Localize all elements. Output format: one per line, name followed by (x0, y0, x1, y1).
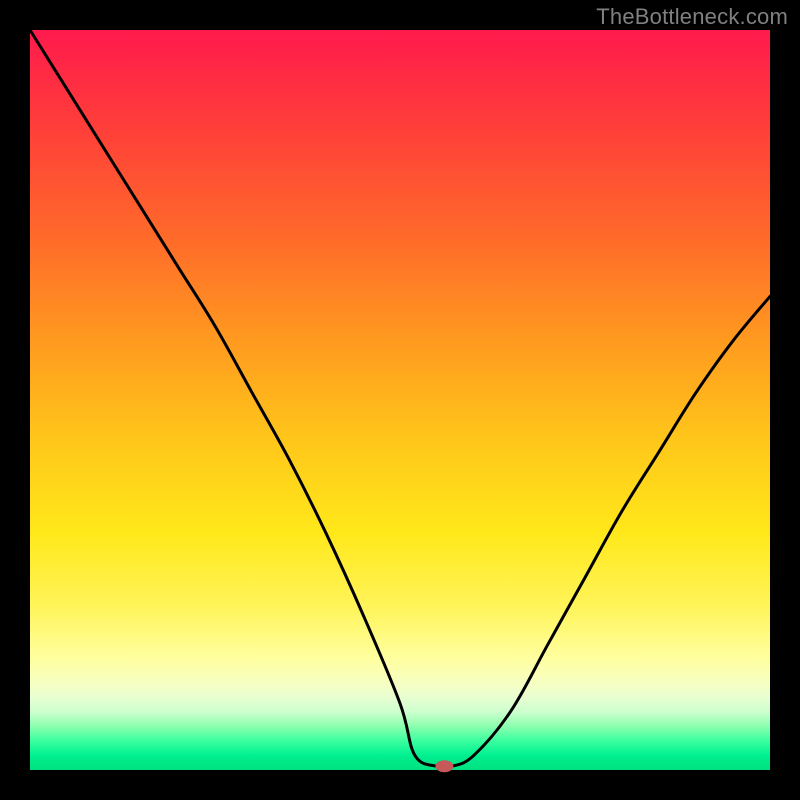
watermark-text: TheBottleneck.com (596, 4, 788, 30)
curve-svg (30, 30, 770, 770)
bottleneck-curve-path (30, 30, 770, 768)
minimum-marker (435, 760, 453, 772)
chart-frame: TheBottleneck.com (0, 0, 800, 800)
plot-area (30, 30, 770, 770)
